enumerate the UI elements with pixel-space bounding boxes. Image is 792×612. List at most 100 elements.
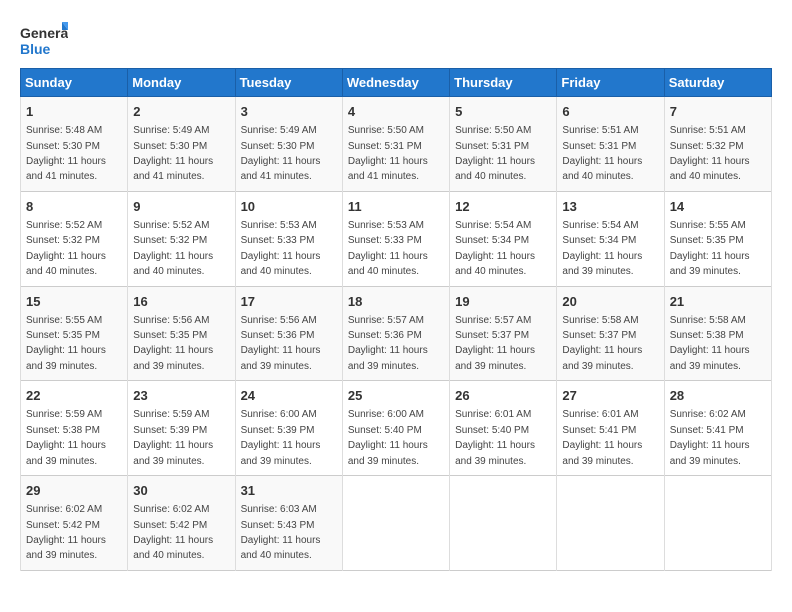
day-info: Sunrise: 5:52 AMSunset: 5:32 PMDaylight:…	[26, 220, 106, 277]
calendar-cell: 2 Sunrise: 5:49 AMSunset: 5:30 PMDayligh…	[128, 97, 235, 192]
day-info: Sunrise: 6:02 AMSunset: 5:42 PMDaylight:…	[26, 504, 106, 561]
day-info: Sunrise: 6:00 AMSunset: 5:39 PMDaylight:…	[241, 409, 321, 466]
calendar-cell: 4 Sunrise: 5:50 AMSunset: 5:31 PMDayligh…	[342, 97, 449, 192]
day-number: 19	[455, 293, 551, 311]
day-number: 24	[241, 387, 337, 405]
day-number: 2	[133, 103, 229, 121]
day-number: 30	[133, 482, 229, 500]
day-info: Sunrise: 5:53 AMSunset: 5:33 PMDaylight:…	[241, 220, 321, 277]
day-info: Sunrise: 6:02 AMSunset: 5:42 PMDaylight:…	[133, 504, 213, 561]
svg-text:General: General	[20, 25, 68, 41]
day-info: Sunrise: 5:55 AMSunset: 5:35 PMDaylight:…	[26, 315, 106, 372]
day-number: 16	[133, 293, 229, 311]
col-header-monday: Monday	[128, 69, 235, 97]
calendar-cell: 8 Sunrise: 5:52 AMSunset: 5:32 PMDayligh…	[21, 191, 128, 286]
calendar-cell: 20 Sunrise: 5:58 AMSunset: 5:37 PMDaylig…	[557, 286, 664, 381]
day-info: Sunrise: 5:50 AMSunset: 5:31 PMDaylight:…	[455, 125, 535, 182]
day-info: Sunrise: 5:49 AMSunset: 5:30 PMDaylight:…	[241, 125, 321, 182]
day-info: Sunrise: 5:58 AMSunset: 5:37 PMDaylight:…	[562, 315, 642, 372]
day-info: Sunrise: 5:49 AMSunset: 5:30 PMDaylight:…	[133, 125, 213, 182]
day-number: 12	[455, 198, 551, 216]
day-number: 21	[670, 293, 766, 311]
calendar-cell: 27 Sunrise: 6:01 AMSunset: 5:41 PMDaylig…	[557, 381, 664, 476]
calendar-cell: 21 Sunrise: 5:58 AMSunset: 5:38 PMDaylig…	[664, 286, 771, 381]
calendar-cell: 31 Sunrise: 6:03 AMSunset: 5:43 PMDaylig…	[235, 476, 342, 571]
calendar-cell: 17 Sunrise: 5:56 AMSunset: 5:36 PMDaylig…	[235, 286, 342, 381]
calendar-cell: 29 Sunrise: 6:02 AMSunset: 5:42 PMDaylig…	[21, 476, 128, 571]
calendar-cell: 7 Sunrise: 5:51 AMSunset: 5:32 PMDayligh…	[664, 97, 771, 192]
day-info: Sunrise: 5:58 AMSunset: 5:38 PMDaylight:…	[670, 315, 750, 372]
day-info: Sunrise: 5:59 AMSunset: 5:38 PMDaylight:…	[26, 409, 106, 466]
calendar-cell: 3 Sunrise: 5:49 AMSunset: 5:30 PMDayligh…	[235, 97, 342, 192]
day-number: 20	[562, 293, 658, 311]
day-number: 18	[348, 293, 444, 311]
col-header-sunday: Sunday	[21, 69, 128, 97]
calendar-week-1: 1 Sunrise: 5:48 AMSunset: 5:30 PMDayligh…	[21, 97, 772, 192]
day-info: Sunrise: 5:54 AMSunset: 5:34 PMDaylight:…	[562, 220, 642, 277]
calendar-cell: 24 Sunrise: 6:00 AMSunset: 5:39 PMDaylig…	[235, 381, 342, 476]
calendar-cell: 28 Sunrise: 6:02 AMSunset: 5:41 PMDaylig…	[664, 381, 771, 476]
calendar-header-row: SundayMondayTuesdayWednesdayThursdayFrid…	[21, 69, 772, 97]
calendar-cell: 22 Sunrise: 5:59 AMSunset: 5:38 PMDaylig…	[21, 381, 128, 476]
day-number: 25	[348, 387, 444, 405]
day-info: Sunrise: 5:51 AMSunset: 5:32 PMDaylight:…	[670, 125, 750, 182]
day-info: Sunrise: 5:55 AMSunset: 5:35 PMDaylight:…	[670, 220, 750, 277]
page-header: General Blue	[20, 20, 772, 62]
calendar-cell	[664, 476, 771, 571]
svg-text:Blue: Blue	[20, 41, 51, 57]
col-header-saturday: Saturday	[664, 69, 771, 97]
calendar-cell: 13 Sunrise: 5:54 AMSunset: 5:34 PMDaylig…	[557, 191, 664, 286]
calendar-cell: 14 Sunrise: 5:55 AMSunset: 5:35 PMDaylig…	[664, 191, 771, 286]
day-number: 31	[241, 482, 337, 500]
calendar-cell: 11 Sunrise: 5:53 AMSunset: 5:33 PMDaylig…	[342, 191, 449, 286]
day-number: 22	[26, 387, 122, 405]
calendar-cell: 6 Sunrise: 5:51 AMSunset: 5:31 PMDayligh…	[557, 97, 664, 192]
calendar-cell: 18 Sunrise: 5:57 AMSunset: 5:36 PMDaylig…	[342, 286, 449, 381]
calendar-cell	[557, 476, 664, 571]
day-info: Sunrise: 5:54 AMSunset: 5:34 PMDaylight:…	[455, 220, 535, 277]
day-number: 10	[241, 198, 337, 216]
day-info: Sunrise: 6:00 AMSunset: 5:40 PMDaylight:…	[348, 409, 428, 466]
day-info: Sunrise: 5:59 AMSunset: 5:39 PMDaylight:…	[133, 409, 213, 466]
day-number: 9	[133, 198, 229, 216]
col-header-wednesday: Wednesday	[342, 69, 449, 97]
calendar-cell: 16 Sunrise: 5:56 AMSunset: 5:35 PMDaylig…	[128, 286, 235, 381]
calendar-cell: 25 Sunrise: 6:00 AMSunset: 5:40 PMDaylig…	[342, 381, 449, 476]
calendar-cell	[450, 476, 557, 571]
col-header-friday: Friday	[557, 69, 664, 97]
day-number: 26	[455, 387, 551, 405]
day-number: 4	[348, 103, 444, 121]
calendar-cell: 19 Sunrise: 5:57 AMSunset: 5:37 PMDaylig…	[450, 286, 557, 381]
day-info: Sunrise: 5:48 AMSunset: 5:30 PMDaylight:…	[26, 125, 106, 182]
day-number: 14	[670, 198, 766, 216]
day-info: Sunrise: 6:02 AMSunset: 5:41 PMDaylight:…	[670, 409, 750, 466]
day-number: 5	[455, 103, 551, 121]
day-number: 15	[26, 293, 122, 311]
day-info: Sunrise: 5:51 AMSunset: 5:31 PMDaylight:…	[562, 125, 642, 182]
logo: General Blue	[20, 20, 68, 62]
day-number: 17	[241, 293, 337, 311]
day-number: 7	[670, 103, 766, 121]
calendar-cell: 26 Sunrise: 6:01 AMSunset: 5:40 PMDaylig…	[450, 381, 557, 476]
calendar-cell: 15 Sunrise: 5:55 AMSunset: 5:35 PMDaylig…	[21, 286, 128, 381]
day-info: Sunrise: 5:50 AMSunset: 5:31 PMDaylight:…	[348, 125, 428, 182]
day-number: 8	[26, 198, 122, 216]
day-info: Sunrise: 6:03 AMSunset: 5:43 PMDaylight:…	[241, 504, 321, 561]
calendar-cell: 5 Sunrise: 5:50 AMSunset: 5:31 PMDayligh…	[450, 97, 557, 192]
calendar-week-3: 15 Sunrise: 5:55 AMSunset: 5:35 PMDaylig…	[21, 286, 772, 381]
day-number: 29	[26, 482, 122, 500]
calendar-week-2: 8 Sunrise: 5:52 AMSunset: 5:32 PMDayligh…	[21, 191, 772, 286]
calendar-cell: 10 Sunrise: 5:53 AMSunset: 5:33 PMDaylig…	[235, 191, 342, 286]
day-number: 3	[241, 103, 337, 121]
day-number: 27	[562, 387, 658, 405]
calendar-cell	[342, 476, 449, 571]
day-number: 6	[562, 103, 658, 121]
day-info: Sunrise: 5:52 AMSunset: 5:32 PMDaylight:…	[133, 220, 213, 277]
calendar-week-4: 22 Sunrise: 5:59 AMSunset: 5:38 PMDaylig…	[21, 381, 772, 476]
calendar-cell: 30 Sunrise: 6:02 AMSunset: 5:42 PMDaylig…	[128, 476, 235, 571]
calendar-week-5: 29 Sunrise: 6:02 AMSunset: 5:42 PMDaylig…	[21, 476, 772, 571]
col-header-tuesday: Tuesday	[235, 69, 342, 97]
day-number: 28	[670, 387, 766, 405]
calendar-cell: 1 Sunrise: 5:48 AMSunset: 5:30 PMDayligh…	[21, 97, 128, 192]
logo-svg: General Blue	[20, 20, 68, 62]
